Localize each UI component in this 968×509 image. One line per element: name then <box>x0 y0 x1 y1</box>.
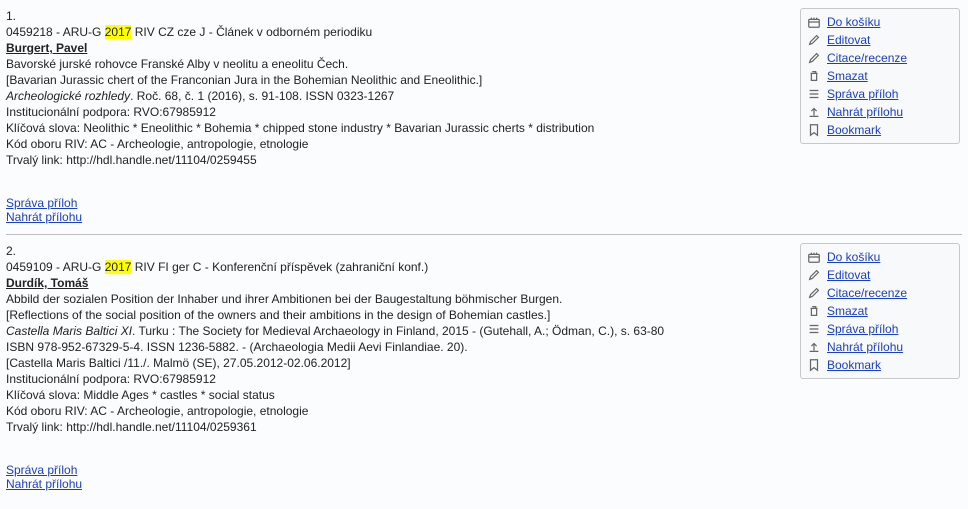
action-label[interactable]: Do košíku <box>827 249 880 265</box>
source: Archeologické rozhledy. Roč. 68, č. 1 (2… <box>6 88 786 104</box>
action-attach-manage[interactable]: Správa příloh <box>807 320 953 338</box>
action-edit[interactable]: Editovat <box>807 266 953 284</box>
title-translated: [Reflections of the social position of t… <box>6 307 786 323</box>
basket-icon <box>807 250 821 264</box>
record-number: 1. <box>6 8 786 24</box>
riv-code: Kód oboru RIV: AC - Archeologie, antropo… <box>6 403 786 419</box>
actions-panel: Do košíku Editovat Citace/recenze Smazat… <box>800 8 960 144</box>
action-bookmark[interactable]: Bookmark <box>807 356 953 374</box>
record: Do košíku Editovat Citace/recenze Smazat… <box>6 239 962 497</box>
action-attach-upload[interactable]: Nahrát přílohu <box>807 338 953 356</box>
record: Do košíku Editovat Citace/recenze Smazat… <box>6 4 962 230</box>
upload-icon <box>807 105 821 119</box>
list-icon <box>807 87 821 101</box>
record-id: 0459218 - ARU-G 2017 RIV CZ cze J - Člán… <box>6 24 786 40</box>
pencil-icon <box>807 286 821 300</box>
separator <box>6 234 962 235</box>
conference: [Castella Maris Baltici /11./. Malmö (SE… <box>6 355 786 371</box>
action-label[interactable]: Editovat <box>827 267 870 283</box>
author: Burgert, Pavel <box>6 41 87 55</box>
source: Castella Maris Baltici XI. Turku : The S… <box>6 323 786 339</box>
action-label[interactable]: Do košíku <box>827 14 880 30</box>
action-label[interactable]: Smazat <box>827 68 868 84</box>
title-native: Bavorské jurské rohovce Franské Alby v n… <box>6 56 786 72</box>
action-label[interactable]: Bookmark <box>827 122 881 138</box>
upload-icon <box>807 340 821 354</box>
action-basket[interactable]: Do košíku <box>807 13 953 31</box>
record-id: 0459109 - ARU-G 2017 RIV FI ger C - Konf… <box>6 259 786 275</box>
action-cite[interactable]: Citace/recenze <box>807 49 953 67</box>
action-delete[interactable]: Smazat <box>807 302 953 320</box>
action-label[interactable]: Editovat <box>827 32 870 48</box>
action-basket[interactable]: Do košíku <box>807 248 953 266</box>
action-label[interactable]: Správa příloh <box>827 86 898 102</box>
action-edit[interactable]: Editovat <box>807 31 953 49</box>
permalink: Trvalý link: http://hdl.handle.net/11104… <box>6 152 786 168</box>
action-label[interactable]: Citace/recenze <box>827 50 907 66</box>
actions-panel: Do košíku Editovat Citace/recenze Smazat… <box>800 243 960 379</box>
manage-attachments-link[interactable]: Správa příloh <box>6 463 77 477</box>
bottom-links: Správa příloh Nahrát přílohu <box>6 463 786 491</box>
pencil-icon <box>807 33 821 47</box>
isbn: ISBN 978-952-67329-5-4. ISSN 1236-5882. … <box>6 339 786 355</box>
trash-icon <box>807 69 821 83</box>
action-bookmark[interactable]: Bookmark <box>807 121 953 139</box>
keywords: Klíčová slova: Middle Ages * castles * s… <box>6 387 786 403</box>
list-icon <box>807 322 821 336</box>
inst-support: Institucionální podpora: RVO:67985912 <box>6 371 786 387</box>
manage-attachments-link[interactable]: Správa příloh <box>6 196 77 210</box>
bookmark-icon <box>807 358 821 372</box>
action-attach-manage[interactable]: Správa příloh <box>807 85 953 103</box>
basket-icon <box>807 15 821 29</box>
author: Durdík, Tomáš <box>6 276 88 290</box>
year-highlight: 2017 <box>105 25 132 39</box>
action-label[interactable]: Správa příloh <box>827 321 898 337</box>
bookmark-icon <box>807 123 821 137</box>
action-delete[interactable]: Smazat <box>807 67 953 85</box>
action-label[interactable]: Nahrát přílohu <box>827 339 903 355</box>
title-native: Abbild der sozialen Position der Inhaber… <box>6 291 786 307</box>
action-cite[interactable]: Citace/recenze <box>807 284 953 302</box>
action-label[interactable]: Citace/recenze <box>827 285 907 301</box>
action-label[interactable]: Nahrát přílohu <box>827 104 903 120</box>
pencil-icon <box>807 268 821 282</box>
trash-icon <box>807 304 821 318</box>
title-translated: [Bavarian Jurassic chert of the Franconi… <box>6 72 786 88</box>
upload-attachment-link[interactable]: Nahrát přílohu <box>6 210 82 224</box>
riv-code: Kód oboru RIV: AC - Archeologie, antropo… <box>6 136 786 152</box>
year-highlight: 2017 <box>105 260 132 274</box>
action-attach-upload[interactable]: Nahrát přílohu <box>807 103 953 121</box>
action-label[interactable]: Smazat <box>827 303 868 319</box>
action-label[interactable]: Bookmark <box>827 357 881 373</box>
inst-support: Institucionální podpora: RVO:67985912 <box>6 104 786 120</box>
record-number: 2. <box>6 243 786 259</box>
pencil-icon <box>807 51 821 65</box>
permalink: Trvalý link: http://hdl.handle.net/11104… <box>6 419 786 435</box>
record-content: 1. 0459218 - ARU-G 2017 RIV CZ cze J - Č… <box>6 8 786 224</box>
keywords: Klíčová slova: Neolithic * Eneolithic * … <box>6 120 786 136</box>
bottom-links: Správa příloh Nahrát přílohu <box>6 196 786 224</box>
upload-attachment-link[interactable]: Nahrát přílohu <box>6 477 82 491</box>
record-content: 2. 0459109 - ARU-G 2017 RIV FI ger C - K… <box>6 243 786 491</box>
